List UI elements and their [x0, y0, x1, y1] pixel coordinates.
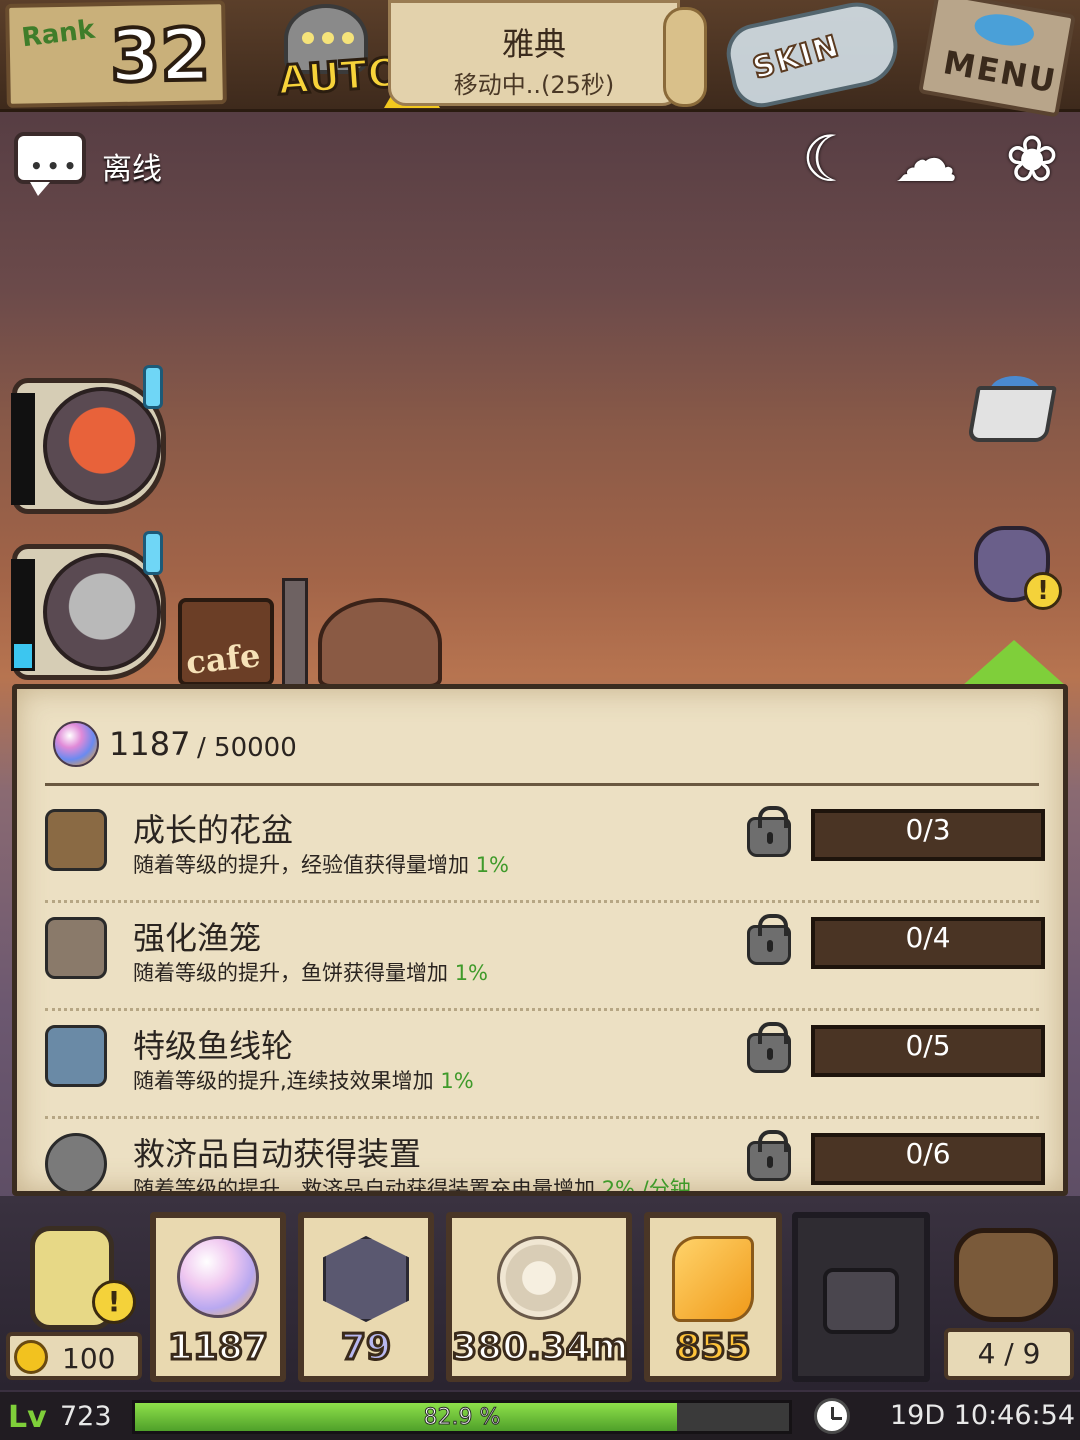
shield-resource[interactable]: 79: [298, 1212, 434, 1382]
travel-status: 移动中..(25秒): [453, 71, 615, 99]
shell-resource[interactable]: 380.34m: [446, 1212, 632, 1382]
shop-cart-button[interactable]: [964, 368, 1064, 464]
currency-current: 1187: [109, 725, 191, 763]
upgrade-progress: 0/3: [811, 809, 1045, 861]
orb-resource[interactable]: 1187: [150, 1212, 286, 1382]
amber-resource[interactable]: 855: [644, 1212, 782, 1382]
level-value: 723: [60, 1401, 112, 1432]
lock-icon: [747, 1022, 791, 1073]
sign-pole: [282, 578, 308, 688]
chat-button[interactable]: •••: [14, 132, 86, 196]
location-name: 雅典: [501, 25, 566, 63]
scroll-roll-icon: [663, 7, 707, 107]
upgrade-name: 特级鱼线轮: [133, 1027, 294, 1065]
top-bar: Rank 32 AUTO 雅典 移动中..(25秒) SKIN MENU: [0, 0, 1080, 118]
alert-icon: [143, 531, 163, 575]
skin-button[interactable]: SKIN: [721, 0, 912, 113]
lock-icon: [747, 914, 791, 965]
cloud-upload-icon[interactable]: ☁: [890, 128, 962, 192]
upgrade-progress: 0/6: [811, 1133, 1045, 1185]
rank-label: Rank: [20, 14, 97, 54]
gold-value: 100: [62, 1342, 116, 1375]
lock-icon: [747, 806, 791, 857]
cluster-icon[interactable]: ❀: [996, 128, 1068, 192]
upgrade-progress: 0/4: [811, 917, 1045, 969]
rank-value: 32: [107, 10, 213, 100]
orb-icon: [177, 1236, 259, 1318]
rank-badge[interactable]: Rank 32: [5, 0, 227, 108]
lock-icon: [823, 1268, 899, 1334]
fish-trap-icon: [45, 917, 107, 979]
upgrade-name: 强化渔笼: [133, 919, 262, 957]
cat-portrait[interactable]: [11, 531, 166, 680]
connection-status: 离线: [102, 152, 162, 187]
upgrade-row[interactable]: 强化渔笼 随着等级的提升，鱼饼获得量增加 1% 0/4: [17, 903, 1063, 1011]
upgrade-name: 救济品自动获得装置: [133, 1135, 422, 1173]
boss-mask-button[interactable]: !: [966, 506, 1062, 610]
alert-icon: [143, 365, 163, 409]
menu-label: MENU: [940, 43, 1060, 101]
upgrade-row[interactable]: 救济品自动获得装置 随着等级的提升，救济品自动获得装置充电量增加 2% /分钟 …: [17, 1119, 1063, 1196]
cafe-sign: cafe: [178, 598, 274, 686]
octopus-portrait[interactable]: [11, 365, 166, 514]
bag-capacity: 4 / 9: [944, 1328, 1074, 1380]
reel-icon: [45, 1025, 107, 1087]
shell-count: 380.34m: [451, 1326, 630, 1370]
locked-slot[interactable]: [792, 1212, 930, 1382]
collapse-arrow-icon[interactable]: [962, 640, 1066, 686]
amber-icon: [672, 1236, 754, 1322]
currency-max: / 50000: [197, 733, 297, 763]
alert-icon: !: [1024, 572, 1062, 610]
upgrade-row[interactable]: 成长的花盆 随着等级的提升，经验值获得量增加 1% 0/3: [17, 795, 1063, 903]
upgrade-desc: 随着等级的提升，救济品自动获得装置充电量增加 2% /分钟: [133, 1177, 691, 1196]
upgrade-progress: 0/5: [811, 1025, 1045, 1077]
upgrade-name: 成长的花盆: [133, 811, 294, 849]
energy-bar: [11, 393, 35, 505]
divider: [45, 783, 1039, 786]
menu-button[interactable]: MENU: [918, 0, 1076, 118]
moon-icon[interactable]: ☾: [794, 128, 866, 192]
alert-icon: !: [92, 1280, 136, 1324]
sprout-pot-icon: [45, 809, 107, 871]
play-time: 19D 10:46:54: [890, 1400, 1075, 1431]
destination-scroll[interactable]: 雅典 移动中..(25秒): [388, 0, 707, 107]
target-device-icon: [45, 1133, 107, 1191]
clock-icon: [814, 1398, 850, 1434]
bag-icon: [954, 1228, 1058, 1322]
orb-count: 1187: [166, 1326, 269, 1370]
hourglass-button[interactable]: ! 100: [6, 1222, 142, 1382]
cart-icon: [967, 386, 1057, 442]
upgrade-panel: 1187 / 50000 成长的花盆 随着等级的提升，经验值获得量增加 1% 0…: [12, 684, 1068, 1196]
shell-icon: [497, 1236, 581, 1320]
orb-icon: [53, 721, 99, 767]
chat-dots: •••: [30, 154, 81, 178]
shield-skull-icon: [323, 1236, 409, 1322]
amber-count: 855: [674, 1326, 752, 1370]
energy-bar: [11, 559, 35, 671]
gold-counter: 100: [6, 1332, 142, 1380]
fish-icon: [972, 9, 1037, 50]
upgrade-desc: 随着等级的提升，鱼饼获得量增加 1%: [133, 961, 489, 985]
upgrade-desc: 随着等级的提升，经验值获得量增加 1%: [133, 853, 510, 877]
coin-icon: [14, 1340, 48, 1374]
cat-character: [318, 598, 442, 688]
xp-percent: 82.9 %: [423, 1405, 501, 1431]
cafe-sign-text: cafe: [184, 636, 263, 682]
upgrade-row[interactable]: 特级鱼线轮 随着等级的提升,连续技效果增加 1% 0/5: [17, 1011, 1063, 1119]
level-icon: Lv: [8, 1400, 47, 1435]
lock-icon: [747, 1130, 791, 1181]
upgrade-desc: 随着等级的提升,连续技效果增加 1%: [133, 1069, 474, 1093]
footer-bar: Lv 723 82.9 % 19D 10:46:54: [0, 1390, 1080, 1440]
xp-bar: 82.9 %: [132, 1400, 792, 1434]
inventory-bag-button[interactable]: 4 / 9: [944, 1222, 1076, 1382]
shield-count: 79: [339, 1326, 392, 1370]
